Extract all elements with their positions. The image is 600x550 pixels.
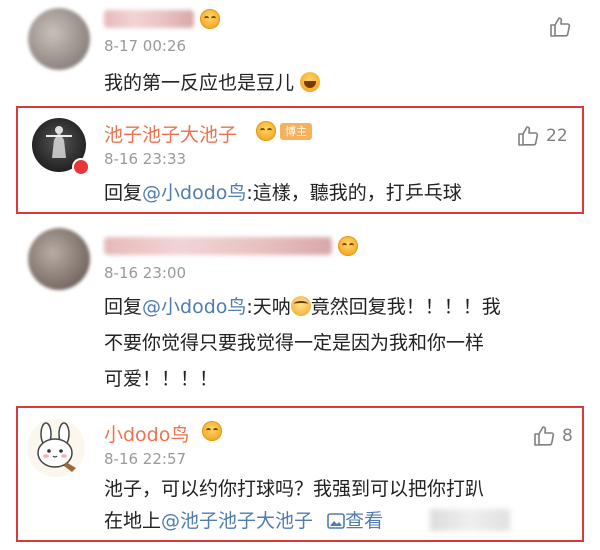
like-count: 22 <box>546 126 568 146</box>
vip-icon <box>200 9 220 29</box>
username-blurred[interactable] <box>104 237 332 255</box>
comment-text-part: 在地上 <box>104 510 162 532</box>
verified-badge-icon <box>72 158 90 176</box>
mention-link[interactable]: @小dodo鸟 <box>142 296 246 318</box>
timestamp: 8-16 22:57 <box>104 450 187 468</box>
avatar[interactable] <box>28 8 90 70</box>
bunny-avatar-icon[interactable] <box>26 418 86 478</box>
comment-text-line-3: 可爱！！！！ <box>104 368 219 390</box>
username[interactable]: 小dodo鸟 <box>104 420 189 447</box>
comment-text-content: 我的第一反应也是豆儿 <box>104 72 295 94</box>
reply-prefix: 回复 <box>104 296 143 318</box>
like-button[interactable] <box>548 15 572 39</box>
username-blurred[interactable] <box>104 10 194 28</box>
comment-text: 我的第一反应也是豆儿 <box>104 68 321 98</box>
view-image-label: 查看 <box>345 510 384 532</box>
author-badge: 博主 <box>280 123 312 140</box>
username[interactable]: 池子池子大池子 <box>104 120 237 147</box>
reply-prefix: 回复 <box>104 182 143 204</box>
laugh-emoji-icon <box>300 72 321 92</box>
timestamp: 8-17 00:26 <box>104 37 187 55</box>
like-button[interactable]: 8 <box>532 424 573 448</box>
comment-text-line-1: 池子，可以约你打球吗？我强到可以把你打趴 <box>104 478 485 500</box>
blurred-overlay <box>430 509 510 531</box>
comment-text-content: :這樣，聽我的，打乒乓球 <box>246 182 462 204</box>
vip-icon <box>256 121 276 141</box>
thumbs-up-icon <box>550 17 571 37</box>
crying-emoji-icon <box>290 296 311 316</box>
mention-link[interactable]: @小dodo鸟 <box>142 182 246 204</box>
thumbs-up-icon <box>534 426 555 446</box>
view-image-link[interactable]: 查看 <box>327 506 383 536</box>
thumbs-up-icon <box>518 126 539 146</box>
comment-text-part: :天呐 <box>246 296 291 318</box>
avatar[interactable] <box>28 228 90 290</box>
comment-text: 回复@小dodo鸟:這樣，聽我的，打乒乓球 <box>104 178 462 208</box>
timestamp: 8-16 23:33 <box>104 150 187 168</box>
mention-link[interactable]: @池子池子大池子 <box>161 510 313 532</box>
image-icon <box>327 513 345 529</box>
comment-text-part: 竟然回复我！！！！我 <box>310 296 501 318</box>
vip-icon <box>338 236 358 256</box>
comment-text-line-2: 不要你觉得只要我觉得一定是因为我和你一样 <box>104 332 485 354</box>
timestamp: 8-16 23:00 <box>104 264 187 282</box>
like-button[interactable]: 22 <box>516 124 568 148</box>
vip-icon <box>202 421 222 441</box>
comment-text-line-2: 在地上@池子池子大池子 查看 <box>104 506 383 536</box>
comment-text-line-1: 回复@小dodo鸟:天呐 竟然回复我！！！！我 <box>104 292 501 322</box>
like-count: 8 <box>562 426 573 446</box>
